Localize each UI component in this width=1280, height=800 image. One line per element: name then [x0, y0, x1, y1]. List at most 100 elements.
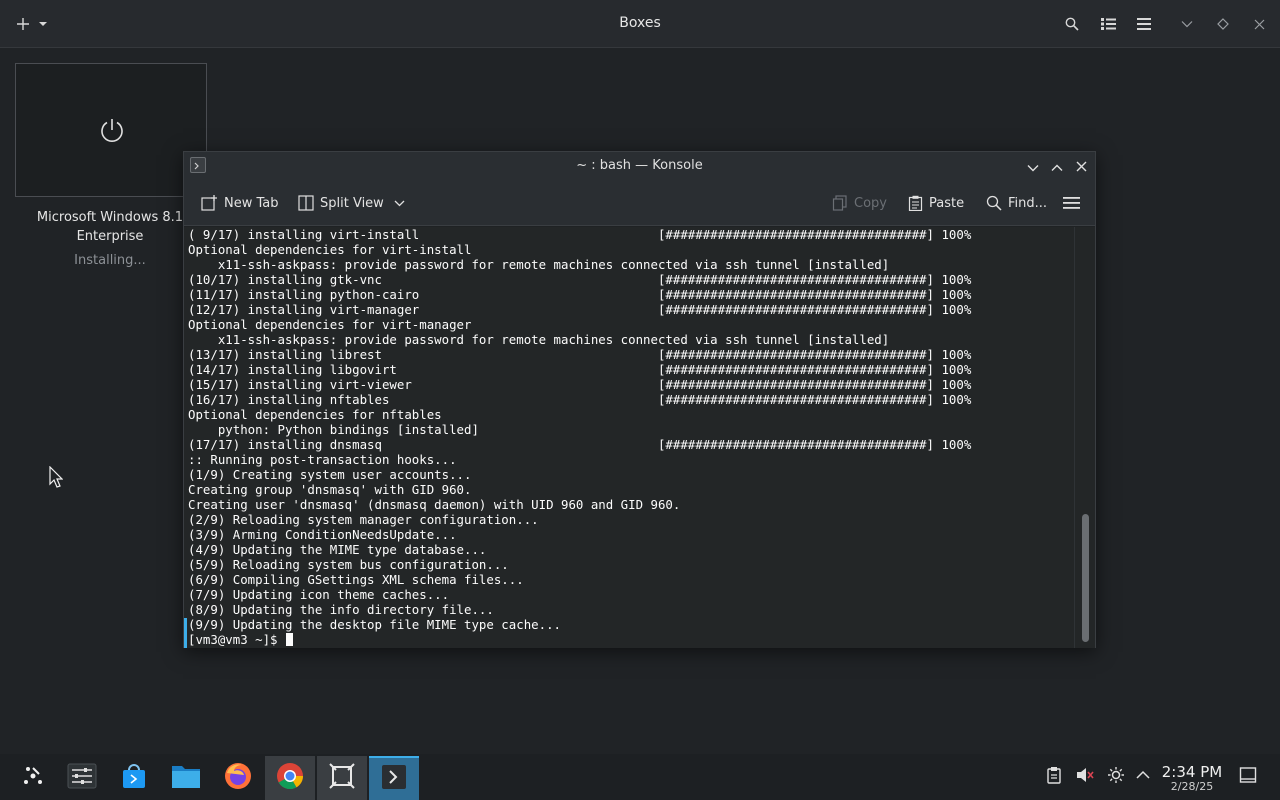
terminal-line: (16/17) installing nftables [###########…: [188, 392, 972, 407]
chevron-up-icon: [1135, 766, 1151, 788]
chevron-down-icon: [1027, 157, 1039, 176]
taskbar: [0, 754, 1280, 800]
hamburger-icon: [1063, 196, 1080, 210]
scrollbar-thumb[interactable]: [1082, 514, 1089, 642]
terminal-line: (4/9) Updating the MIME type database...: [188, 542, 487, 557]
folder-icon: [171, 763, 201, 793]
chevron-down-icon: [1181, 20, 1193, 28]
app-launcher-button[interactable]: [8, 756, 58, 800]
window-minimize-button[interactable]: [1023, 156, 1043, 176]
terminal-line: (7/9) Updating icon theme caches...: [188, 587, 450, 602]
terminal-line: Creating user 'dnsmasq' (dnsmasq daemon)…: [188, 497, 681, 512]
list-view-icon: [1100, 17, 1116, 31]
terminal-line: (11/17) installing python-cairo [#######…: [188, 287, 972, 302]
clipboard-icon: [1046, 766, 1062, 788]
hamburger-icon: [1137, 18, 1151, 30]
vm-name-line2: Enterprise: [76, 229, 144, 244]
taskbar-firefox[interactable]: [213, 756, 263, 800]
window-maximize-button[interactable]: [1047, 156, 1067, 176]
find-label: Find...: [1008, 195, 1048, 211]
diamond-icon: [1217, 18, 1229, 30]
terminal-prompt-line[interactable]: [vm3@vm3 ~]$: [188, 632, 1075, 647]
new-tab-label: New Tab: [224, 195, 279, 211]
main-menu-button[interactable]: [1134, 12, 1154, 36]
window-close-button[interactable]: [1071, 156, 1091, 176]
taskbar-chrome[interactable]: [265, 756, 315, 800]
close-icon: [1076, 157, 1087, 176]
show-desktop-button[interactable]: [1239, 766, 1257, 788]
terminal-line: (14/17) installing libgovirt [##########…: [188, 362, 972, 377]
split-view-icon: [298, 195, 314, 211]
taskbar-boxes[interactable]: [317, 756, 367, 800]
vm-status: Installing...: [74, 253, 146, 268]
vm-name: Microsoft Windows 8.1 Enterprise: [20, 208, 200, 246]
tray-expand-button[interactable]: [1135, 766, 1151, 788]
split-view-label: Split View: [320, 195, 384, 211]
konsole-toolbar: New Tab Split View Copy Paste Find...: [184, 180, 1095, 226]
brightness-icon: [1107, 766, 1125, 788]
search-button[interactable]: [1062, 12, 1082, 36]
terminal-prompt: [vm3@vm3 ~]$: [188, 632, 285, 647]
terminal-line: (6/9) Compiling GSettings XML schema fil…: [188, 572, 524, 587]
terminal-line: (17/17) installing dnsmasq [############…: [188, 437, 972, 452]
new-tab-icon: [201, 195, 218, 211]
app-title: Boxes: [619, 15, 661, 31]
new-tab-button[interactable]: New Tab: [201, 193, 279, 213]
terminal-output[interactable]: ( 9/17) installing virt-install [#######…: [184, 227, 1075, 648]
terminal-icon: [380, 763, 408, 795]
terminal-cursor: [285, 633, 293, 646]
window-title: ~ : bash — Konsole: [576, 158, 703, 173]
terminal-line: (2/9) Reloading system manager configura…: [188, 512, 539, 527]
copy-button[interactable]: Copy: [832, 193, 887, 213]
terminal-line: (12/17) installing virt-manager [#######…: [188, 302, 972, 317]
terminal-line: Optional dependencies for nftables: [188, 407, 442, 422]
vm-thumbnail[interactable]: [15, 63, 207, 197]
minimize-button[interactable]: [1177, 12, 1197, 36]
paste-icon: [908, 195, 923, 211]
terminal-scrollbar[interactable]: [1074, 227, 1095, 648]
settings-sliders-icon: [67, 763, 97, 793]
terminal-selection-marker: [184, 618, 187, 648]
konsole-titlebar[interactable]: ~ : bash — Konsole: [184, 152, 1095, 180]
terminal-line: Creating group 'dnsmasq' with GID 960.: [188, 482, 472, 497]
split-view-button[interactable]: Split View: [298, 193, 405, 213]
terminal-line: (3/9) Arming ConditionNeedsUpdate...: [188, 527, 457, 542]
chevron-up-icon: [1051, 157, 1063, 176]
tray-volume[interactable]: [1076, 766, 1094, 788]
terminal-line: (1/9) Creating system user accounts...: [188, 467, 472, 482]
taskbar-system-settings[interactable]: [57, 756, 107, 800]
terminal-line: :: Running post-transaction hooks...: [188, 452, 457, 467]
launcher-icon: [20, 763, 46, 793]
list-view-button[interactable]: [1098, 12, 1118, 36]
store-bag-icon: [120, 762, 148, 794]
terminal-line: x11-ssh-askpass: provide password for re…: [188, 257, 890, 272]
maximize-button[interactable]: [1213, 12, 1233, 36]
show-desktop-icon: [1239, 766, 1257, 788]
paste-label: Paste: [929, 195, 965, 211]
chrome-icon: [275, 761, 305, 795]
terminal-line: (8/9) Updating the info directory file..…: [188, 602, 494, 617]
power-icon: [98, 116, 126, 148]
mouse-pointer-icon: [49, 465, 64, 492]
search-icon: [986, 195, 1002, 211]
taskbar-konsole[interactable]: [369, 756, 419, 800]
terminal-line: (9/9) Updating the desktop file MIME typ…: [188, 617, 561, 632]
taskbar-discover[interactable]: [109, 756, 159, 800]
tray-clipboard[interactable]: [1046, 766, 1062, 788]
terminal-line: Optional dependencies for virt-manager: [188, 317, 472, 332]
close-button[interactable]: [1249, 12, 1269, 36]
search-icon: [1065, 17, 1079, 31]
terminal-line: (15/17) installing virt-viewer [########…: [188, 377, 972, 392]
tray-brightness[interactable]: [1107, 766, 1125, 788]
terminal-line: (13/17) installing librest [############…: [188, 347, 972, 362]
konsole-menu-button[interactable]: [1063, 193, 1080, 213]
terminal-line: ( 9/17) installing virt-install [#######…: [188, 227, 972, 242]
taskbar-file-manager[interactable]: [161, 756, 211, 800]
clock-date[interactable]: 2/28/25: [1160, 780, 1224, 793]
volume-muted-icon: [1076, 766, 1094, 788]
boxes-icon: [328, 762, 356, 794]
find-button[interactable]: Find...: [986, 193, 1047, 213]
clock-time[interactable]: 2:34 PM: [1160, 763, 1224, 781]
paste-button[interactable]: Paste: [908, 193, 964, 213]
close-icon: [1254, 19, 1265, 30]
